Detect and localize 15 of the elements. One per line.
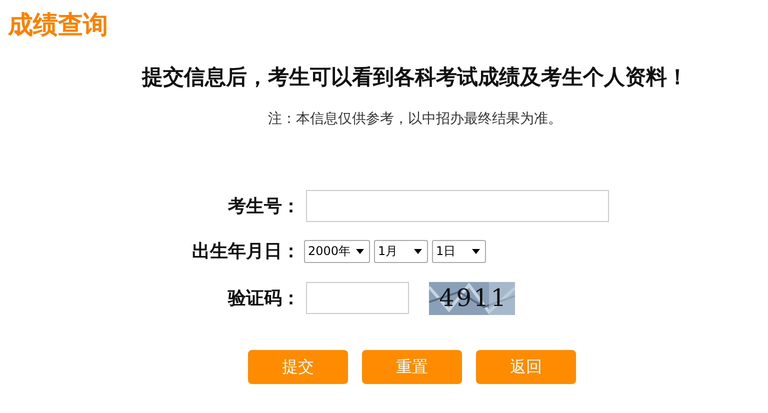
captcha-image[interactable]: 4911 <box>429 282 515 314</box>
dropdown[interactable]: 1日 <box>432 240 486 262</box>
field-label: 验证码： <box>226 287 300 310</box>
input-field[interactable] <box>306 190 609 222</box>
page-title: 成绩查询 <box>8 9 108 41</box>
dropdown[interactable]: 2000年 <box>304 240 370 262</box>
caret-icon <box>472 248 480 254</box>
input-field[interactable] <box>306 282 409 314</box>
field-label: 出生年月日： <box>191 240 300 263</box>
caret-icon <box>356 248 364 254</box>
caret-icon <box>414 248 422 254</box>
field-label: 考生号： <box>226 195 300 218</box>
heading: 提交信息后，考生可以看到各科考试成绩及考生个人资料！ <box>140 64 689 91</box>
dropdown[interactable]: 1月 <box>374 240 428 262</box>
note-text: 注：本信息仅供参考，以中招办最终结果为准。 <box>267 110 563 128</box>
